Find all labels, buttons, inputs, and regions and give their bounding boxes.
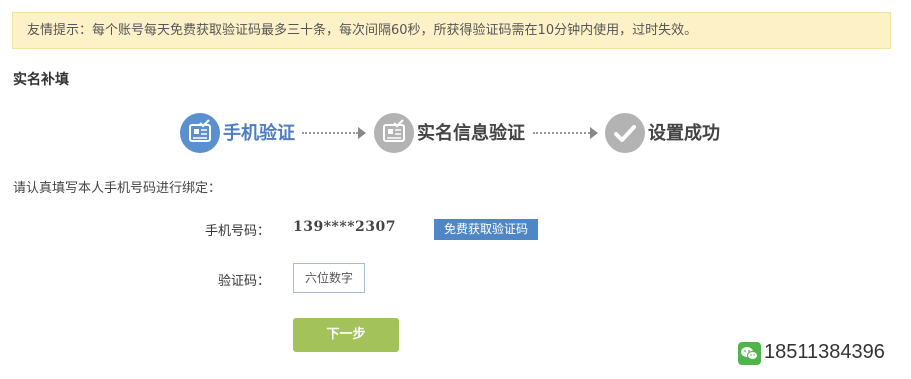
notice-banner: 友情提示：每个账号每天免费获取验证码最多三十条，每次间隔60秒，所获得验证码需在… (12, 12, 891, 49)
step-success: 设置成功 (648, 123, 720, 144)
progress-steps: 手机验证 实名信息验证 设置成功 (0, 110, 911, 156)
wechat-number: 18511384396 (764, 341, 885, 363)
code-label: 验证码： (217, 274, 270, 289)
arrow-right-icon (590, 127, 598, 139)
section-title: 实名补填 (13, 72, 69, 88)
id-card-check-icon (180, 113, 220, 153)
wechat-icon (738, 342, 761, 365)
id-card-check-icon (374, 113, 414, 153)
instruction-text: 请认真填写本人手机号码进行绑定： (13, 181, 222, 196)
step-realname-verify: 实名信息验证 (417, 123, 525, 144)
step-connector (533, 132, 590, 134)
step-phone-verify: 手机验证 (223, 123, 295, 144)
next-step-button[interactable]: 下一步 (293, 318, 399, 352)
step-connector (302, 132, 358, 134)
phone-label: 手机号码： (204, 224, 270, 239)
get-code-button[interactable]: 免费获取验证码 (434, 219, 538, 240)
notice-text: 友情提示：每个账号每天免费获取验证码最多三十条，每次间隔60秒，所获得验证码需在… (27, 23, 698, 38)
phone-value: 139****2307 (293, 219, 396, 235)
verification-code-input[interactable] (293, 263, 365, 293)
arrow-right-icon (358, 127, 366, 139)
checkmark-icon (605, 113, 645, 153)
